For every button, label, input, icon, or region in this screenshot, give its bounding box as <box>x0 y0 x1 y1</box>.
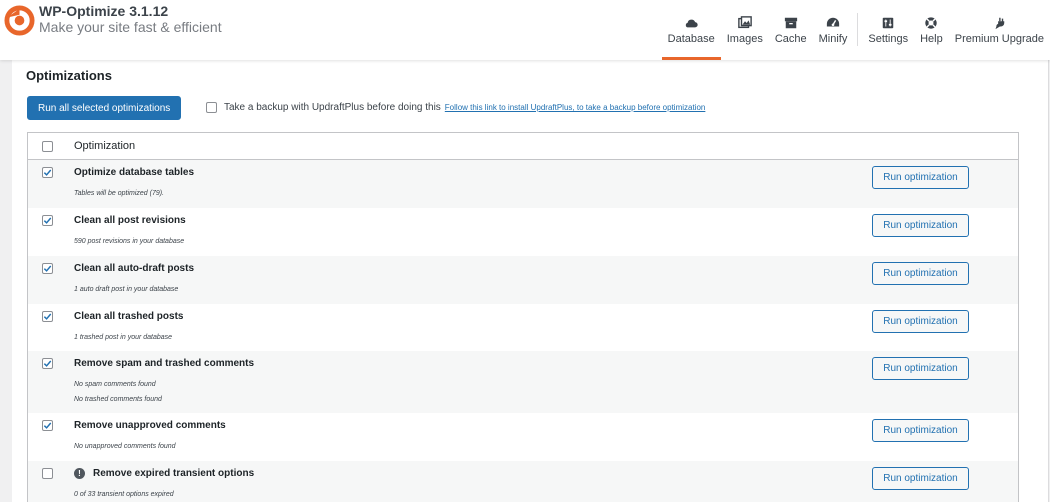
row-checkbox[interactable] <box>42 263 53 274</box>
tab-label: Images <box>726 33 763 45</box>
tab-label: Minify <box>818 33 848 45</box>
brand-tagline: Make your site fast & efficient <box>39 19 222 35</box>
dashboard-gauge-icon <box>826 17 840 27</box>
row-description: 1 trashed post in your database <box>74 334 173 341</box>
checkmark-icon <box>43 169 52 176</box>
checkmark-icon <box>43 265 52 272</box>
plug-icon <box>995 17 1005 30</box>
run-optimization-button[interactable]: Run optimization <box>872 467 969 490</box>
tab-label: Settings <box>868 33 909 45</box>
table-row: Optimize database tables Tables will be … <box>28 160 1018 208</box>
table-row: Clean all post revisions 590 post revisi… <box>28 208 1018 256</box>
column-header-optimization: Optimization <box>74 140 136 152</box>
install-updraftplus-link[interactable]: Follow this link to install UpdraftPlus,… <box>445 103 706 112</box>
row-description: 590 post revisions in your database <box>74 238 185 245</box>
info-icon[interactable]: ! <box>74 468 85 479</box>
run-optimization-button[interactable]: Run optimization <box>872 166 969 189</box>
optimizations-panel: Optimizations Run all selected optimizat… <box>12 60 1049 502</box>
row-title: Optimize database tables <box>74 167 195 178</box>
row-title: Remove unapproved comments <box>74 420 226 431</box>
row-title: Remove spam and trashed comments <box>74 358 255 369</box>
app-header: WP-Optimize 3.1.12 Make your site fast &… <box>0 0 1050 60</box>
row-description: 0 of 33 transient options expired <box>74 491 174 498</box>
row-description: Tables will be optimized (79). <box>74 190 165 197</box>
row-description: No trashed comments found <box>74 396 162 403</box>
row-title: Remove expired transient options <box>93 468 255 479</box>
row-checkbox[interactable] <box>42 420 53 431</box>
table-row: Clean all trashed posts 1 trashed post i… <box>28 304 1018 351</box>
tab-label: Premium Upgrade <box>954 33 1044 45</box>
select-all-checkbox[interactable] <box>42 140 53 152</box>
checkmark-icon <box>43 313 52 320</box>
run-optimization-button[interactable]: Run optimization <box>872 214 969 237</box>
wp-optimize-logo-icon <box>4 5 35 36</box>
backup-option: Take a backup with UpdraftPlus before do… <box>206 102 705 113</box>
optimizations-table: Optimization Optimize database tables Ta… <box>27 132 1019 502</box>
row-description: No spam comments found <box>74 381 156 388</box>
nav-divider <box>857 13 859 46</box>
page-title: Optimizations <box>26 68 112 83</box>
checkmark-icon <box>43 422 52 429</box>
tab-minify[interactable]: Minify <box>813 0 854 60</box>
row-title: Clean all trashed posts <box>74 311 184 322</box>
archive-icon <box>784 17 797 29</box>
tab-database[interactable]: Database <box>661 0 721 60</box>
row-title: Clean all auto-draft posts <box>74 263 195 274</box>
tab-images[interactable]: Images <box>721 0 769 60</box>
row-checkbox[interactable] <box>42 311 53 322</box>
backup-label: Take a backup with UpdraftPlus before do… <box>224 102 441 113</box>
row-checkbox[interactable] <box>42 468 53 479</box>
brand-title: WP-Optimize 3.1.12 <box>39 3 169 19</box>
tab-help[interactable]: Help <box>914 0 949 60</box>
images-icon <box>737 16 752 29</box>
tab-label: Help <box>920 33 943 45</box>
tab-cache[interactable]: Cache <box>769 0 813 60</box>
settings-icon <box>882 17 894 29</box>
run-optimization-button[interactable]: Run optimization <box>872 357 969 380</box>
table-row: ! Remove expired transient options 0 of … <box>28 461 1018 502</box>
tab-settings[interactable]: Settings <box>862 0 914 60</box>
cloud-icon <box>686 19 698 28</box>
checkmark-icon <box>43 217 52 224</box>
backup-checkbox[interactable] <box>206 102 217 113</box>
table-row: Remove spam and trashed comments No spam… <box>28 351 1018 413</box>
lifebuoy-icon <box>925 17 938 29</box>
row-checkbox[interactable] <box>42 215 53 226</box>
tab-label: Cache <box>774 33 807 45</box>
run-all-selected-button[interactable]: Run all selected optimizations <box>27 96 182 120</box>
row-title: Clean all post revisions <box>74 215 186 226</box>
row-title-wrap: ! Remove expired transient options <box>74 468 254 479</box>
table-header: Optimization <box>28 133 1018 160</box>
tab-label: Database <box>667 33 715 45</box>
row-description: No unapproved comments found <box>74 443 176 450</box>
row-description: 1 auto draft post in your database <box>74 286 179 293</box>
tab-premium-upgrade[interactable]: Premium Upgrade <box>949 0 1050 60</box>
run-optimization-button[interactable]: Run optimization <box>872 310 969 333</box>
main-nav: Database Images Cache Minify Settings He… <box>661 0 1050 60</box>
brand: WP-Optimize 3.1.12 Make your site fast &… <box>4 3 222 36</box>
run-optimization-button[interactable]: Run optimization <box>872 419 969 442</box>
table-row: Remove unapproved comments No unapproved… <box>28 413 1018 461</box>
table-row: Clean all auto-draft posts 1 auto draft … <box>28 256 1018 304</box>
row-checkbox[interactable] <box>42 167 53 178</box>
run-optimization-button[interactable]: Run optimization <box>872 262 969 285</box>
checkmark-icon <box>43 360 52 367</box>
row-checkbox[interactable] <box>42 358 53 369</box>
